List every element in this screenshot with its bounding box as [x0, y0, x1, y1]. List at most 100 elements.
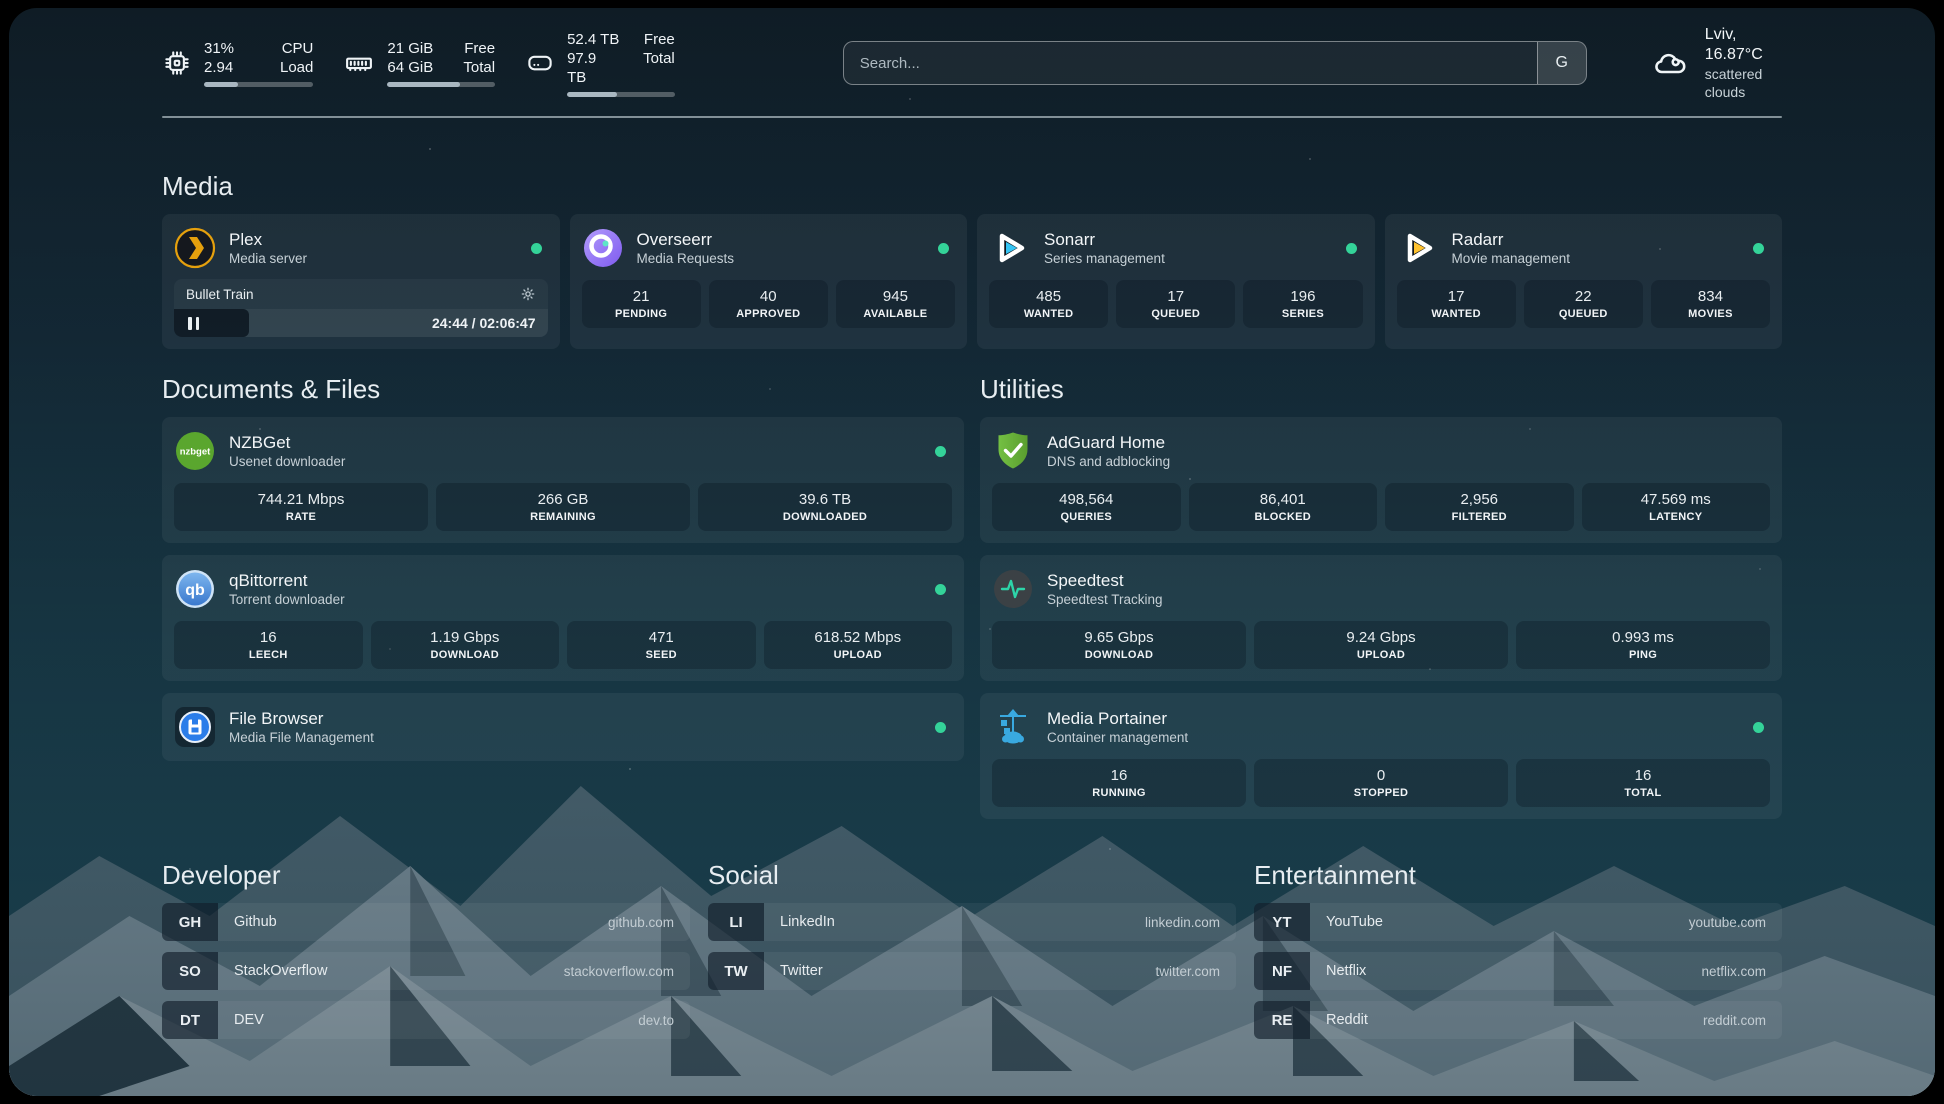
stat-label: WANTED	[993, 308, 1104, 321]
bookmark-twitter[interactable]: TW Twitter twitter.com	[708, 952, 1236, 990]
stat-value: 39.6 TB	[702, 491, 948, 509]
documents-column: nzbget NZBGet Usenet downloader 744.21 M…	[162, 417, 964, 761]
stat-remaining: 266 GB REMAINING	[436, 483, 690, 531]
stat-value: 21	[586, 288, 697, 306]
stat-value: 16	[1520, 767, 1766, 785]
service-card-nzbget[interactable]: nzbget NZBGet Usenet downloader 744.21 M…	[162, 417, 964, 543]
status-dot-online	[935, 722, 946, 733]
header-divider	[162, 116, 1782, 118]
filebrowser-icon	[174, 706, 216, 748]
stat-value: 744.21 Mbps	[178, 491, 424, 509]
bookmark-youtube[interactable]: YT YouTube youtube.com	[1254, 903, 1782, 941]
sonarr-icon	[989, 227, 1031, 269]
weather-widget[interactable]: Lviv, 16.87°C scattered clouds	[1649, 25, 1782, 101]
bookmark-abbr: DT	[162, 1001, 218, 1039]
memory-total-value: 64 GiB	[387, 58, 439, 77]
disk-free-value: 52.4 TB	[567, 30, 619, 49]
bookmark-label: LinkedIn	[764, 914, 835, 930]
bookmark-abbr: TW	[708, 952, 764, 990]
speedtest-icon	[992, 568, 1034, 610]
service-card-adguard[interactable]: AdGuard Home DNS and adblocking 498,564 …	[980, 417, 1782, 543]
service-card-speedtest[interactable]: Speedtest Speedtest Tracking 9.65 Gbps D…	[980, 555, 1782, 681]
plex-now-playing: Bullet Train	[174, 279, 548, 337]
stat-value: 618.52 Mbps	[768, 629, 949, 647]
stat-series: 196 SERIES	[1243, 280, 1362, 328]
stat-value: 498,564	[996, 491, 1177, 509]
card-subtitle: Media Requests	[637, 250, 735, 268]
disk-total-value: 97.9 TB	[567, 49, 619, 87]
bookmark-dev[interactable]: DT DEV dev.to	[162, 1001, 690, 1039]
bookmark-linkedin[interactable]: LI LinkedIn linkedin.com	[708, 903, 1236, 941]
bookmark-domain: linkedin.com	[1145, 915, 1236, 930]
service-card-sonarr[interactable]: Sonarr Series management 485 WANTED 17 Q…	[977, 214, 1375, 349]
bookmark-domain: stackoverflow.com	[564, 964, 690, 979]
stat-label: RATE	[178, 511, 424, 524]
bookmark-domain: reddit.com	[1703, 1013, 1782, 1028]
bookmark-netflix[interactable]: NF Netflix netflix.com	[1254, 952, 1782, 990]
stat-latency: 47.569 ms LATENCY	[1582, 483, 1771, 531]
pause-icon	[188, 317, 199, 330]
stat-label: STOPPED	[1258, 787, 1504, 800]
bookmark-label: StackOverflow	[218, 963, 327, 979]
stat-approved: 40 APPROVED	[709, 280, 828, 328]
portainer-icon	[992, 706, 1034, 748]
stat-seed: 471 SEED	[567, 621, 756, 669]
memory-free-label: Free	[463, 39, 495, 58]
stat-label: DOWNLOADED	[702, 511, 948, 524]
stat-value: 834	[1655, 288, 1766, 306]
stat-value: 2,956	[1389, 491, 1570, 509]
bookmark-group-entertainment: Entertainment YT YouTube youtube.com NF …	[1254, 859, 1782, 1050]
stat-label: TOTAL	[1520, 787, 1766, 800]
card-title: AdGuard Home	[1047, 432, 1170, 453]
search-provider-button[interactable]: G	[1537, 42, 1586, 84]
status-dot-online	[1753, 243, 1764, 254]
stat-running: 16 RUNNING	[992, 759, 1246, 807]
stat-value: 16	[996, 767, 1242, 785]
stat-label: DOWNLOAD	[375, 649, 556, 662]
status-dot-online	[938, 243, 949, 254]
card-subtitle: Speedtest Tracking	[1047, 591, 1163, 609]
service-card-filebrowser[interactable]: File Browser Media File Management	[162, 693, 964, 761]
top-bar: 31%CPU 2.94Load 21 GiBFree 64 Gi	[162, 34, 1782, 92]
service-card-qbittorrent[interactable]: qb qBittorrent Torrent downloader 16 LEE…	[162, 555, 964, 681]
stat-label: PING	[1520, 649, 1766, 662]
stat-leech: 16 LEECH	[174, 621, 363, 669]
stat-download: 9.65 Gbps DOWNLOAD	[992, 621, 1246, 669]
stat-stopped: 0 STOPPED	[1254, 759, 1508, 807]
disk-free-label: Free	[643, 30, 674, 49]
service-card-plex[interactable]: Plex Media server Bullet Train	[162, 214, 560, 349]
stat-filtered: 2,956 FILTERED	[1385, 483, 1574, 531]
service-card-overseerr[interactable]: Overseerr Media Requests 21 PENDING 40 A…	[570, 214, 968, 349]
memory-progress-fill	[387, 82, 459, 87]
snow-speckles	[9, 8, 11, 10]
stat-label: WANTED	[1401, 308, 1512, 321]
card-title: Plex	[229, 229, 307, 250]
card-title: Overseerr	[637, 229, 735, 250]
service-card-portainer[interactable]: Media Portainer Container management 16 …	[980, 693, 1782, 819]
bookmark-stackoverflow[interactable]: SO StackOverflow stackoverflow.com	[162, 952, 690, 990]
bookmark-domain: twitter.com	[1155, 964, 1236, 979]
weather-condition: scattered clouds	[1705, 65, 1782, 101]
qbittorrent-icon: qb	[174, 568, 216, 610]
bookmark-reddit[interactable]: RE Reddit reddit.com	[1254, 1001, 1782, 1039]
utilities-column: AdGuard Home DNS and adblocking 498,564 …	[980, 417, 1782, 819]
stat-wanted: 17 WANTED	[1397, 280, 1516, 328]
search-input[interactable]	[844, 42, 1537, 84]
bookmark-abbr: LI	[708, 903, 764, 941]
card-title: Sonarr	[1044, 229, 1165, 250]
section-title-developer: Developer	[162, 859, 690, 891]
playback-progress-fill	[174, 309, 249, 337]
card-subtitle: Torrent downloader	[229, 591, 345, 609]
card-title: File Browser	[229, 708, 374, 729]
weather-location-temp: Lviv, 16.87°C	[1705, 25, 1782, 65]
gear-icon[interactable]	[520, 286, 536, 302]
bookmark-abbr: GH	[162, 903, 218, 941]
status-dot-online	[935, 446, 946, 457]
service-card-radarr[interactable]: Radarr Movie management 17 WANTED 22 QUE…	[1385, 214, 1783, 349]
memory-total-label: Total	[463, 58, 495, 77]
stat-label: AVAILABLE	[840, 308, 951, 321]
bookmark-label: YouTube	[1310, 914, 1383, 930]
bookmark-github[interactable]: GH Github github.com	[162, 903, 690, 941]
section-title-documents: Documents & Files	[162, 373, 964, 405]
stat-value: 945	[840, 288, 951, 306]
